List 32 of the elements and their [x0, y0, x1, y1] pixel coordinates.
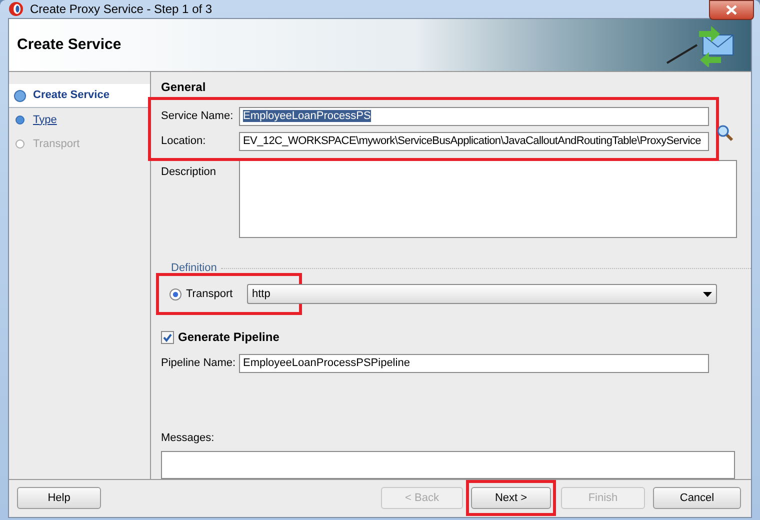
- search-icon[interactable]: [716, 124, 734, 142]
- field-label: Messages:: [161, 431, 214, 446]
- wizard-button[interactable]: Help: [17, 487, 101, 509]
- text-field[interactable]: EV_12C_WORKSPACE\mywork\ServiceBusApplication\JavaCalloutAndRoutingTable\ProxyService: [239, 132, 709, 151]
- close-icon: [726, 5, 737, 16]
- transport-radio[interactable]: Transport: [169, 286, 233, 302]
- section-heading: General: [161, 79, 207, 96]
- field-label: Location:: [161, 134, 207, 150]
- wizard-button[interactable]: Cancel: [653, 487, 741, 509]
- wizard-step[interactable]: Type: [9, 108, 150, 132]
- step-icon: [13, 88, 27, 102]
- app-icon: [8, 1, 24, 17]
- close-button[interactable]: [709, 0, 754, 20]
- field-label: Service Name:: [161, 109, 234, 124]
- text-field[interactable]: EmployeeLoanProcessPSPipeline: [239, 354, 709, 372]
- wizard-button[interactable]: Next >: [471, 487, 551, 509]
- header-title: Create Service: [17, 34, 122, 55]
- transport-dropdown[interactable]: http: [247, 284, 717, 304]
- caret-icon: [703, 292, 712, 296]
- description-field[interactable]: [239, 160, 737, 238]
- wizard-step: Transport: [9, 132, 150, 156]
- window-title: Create Proxy Service - Step 1 of 3: [30, 1, 212, 18]
- wizard-step[interactable]: Create Service: [9, 84, 150, 108]
- text-field[interactable]: EmployeeLoanProcessPS: [239, 107, 709, 126]
- checkbox[interactable]: [161, 330, 174, 344]
- step-icon: [13, 137, 27, 151]
- section-heading: Definition: [171, 260, 217, 276]
- field-label: Description: [161, 165, 218, 180]
- generate-pipeline-checkbox[interactable]: Generate Pipeline: [161, 328, 280, 346]
- field-label: Pipeline Name:: [161, 356, 237, 371]
- radio-button[interactable]: [169, 288, 182, 300]
- step-icon: [13, 113, 27, 127]
